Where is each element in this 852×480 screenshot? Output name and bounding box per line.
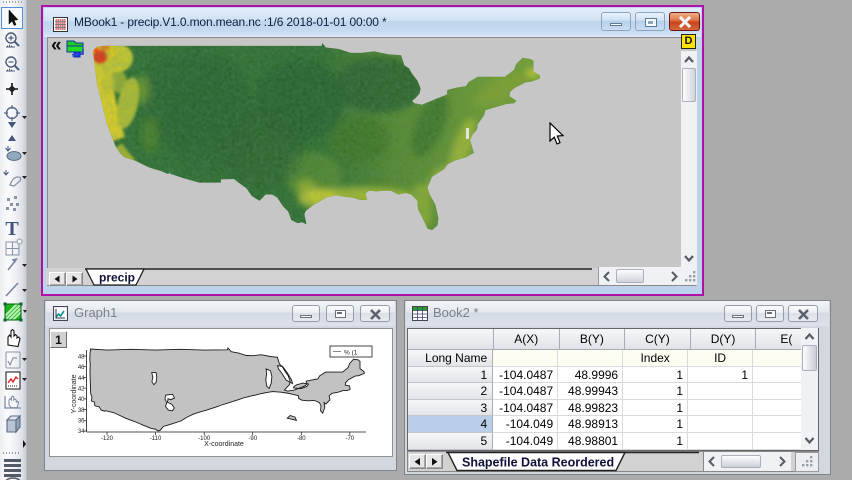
svg-text:34: 34 <box>78 429 85 435</box>
svg-text:-110: -110 <box>150 436 162 442</box>
svg-text:48: 48 <box>78 355 85 361</box>
svg-text:-70: -70 <box>345 436 354 442</box>
svg-text:Shapefile Data Reordered: Shapefile Data Reordered <box>462 456 614 470</box>
svg-text:38: 38 <box>78 408 85 414</box>
svg-text:T: T <box>5 218 19 240</box>
svg-text:42: 42 <box>78 387 85 393</box>
svg-text:40: 40 <box>78 397 85 403</box>
svg-text:46: 46 <box>78 365 85 371</box>
svg-text:% (1: % (1 <box>344 350 358 357</box>
svg-text:-80: -80 <box>297 436 306 442</box>
svg-text:precip: precip <box>99 271 135 285</box>
svg-text:-90: -90 <box>248 436 257 442</box>
svg-text:X-coordinate: X-coordinate <box>204 441 244 448</box>
svg-text:36: 36 <box>78 419 85 425</box>
svg-text:Y-coordinate: Y-coordinate <box>71 374 78 413</box>
svg-text:44: 44 <box>78 376 85 382</box>
svg-text:-120: -120 <box>101 436 114 442</box>
